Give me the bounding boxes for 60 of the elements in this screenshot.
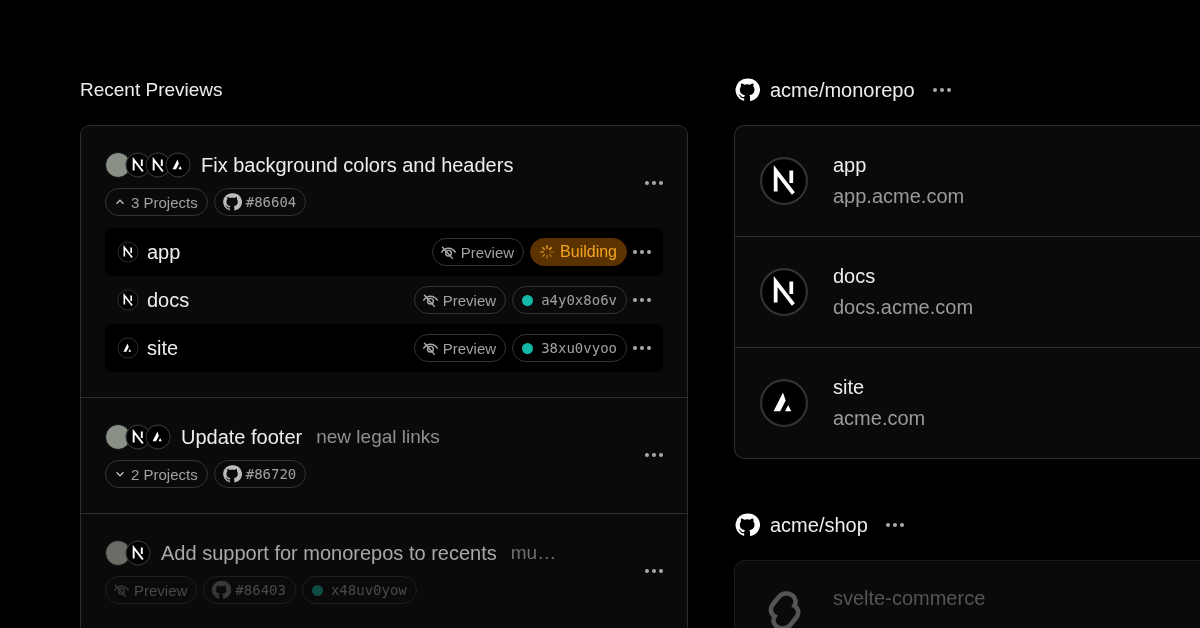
- n-logo-icon: [759, 267, 809, 317]
- triangle-logo-icon: [117, 337, 139, 359]
- commit-subtitle: mu…: [510, 542, 557, 564]
- commit-title[interactable]: Fix background colors and headers: [201, 153, 514, 177]
- github-icon: [221, 464, 242, 484]
- project-name: app: [833, 154, 868, 177]
- triangle-logo-icon: [165, 152, 191, 178]
- github-icon: [734, 77, 760, 103]
- more-icon: [645, 453, 663, 457]
- project-name: docs: [147, 288, 190, 312]
- commit-title[interactable]: Update footer: [181, 425, 303, 449]
- triangle-logo-icon: [145, 424, 171, 450]
- project-domain: docs.acme.com: [833, 296, 974, 319]
- eye-icon: [421, 339, 439, 357]
- spinner-icon: [538, 243, 557, 261]
- commit-title[interactable]: Add support for monorepos to recents: [161, 541, 497, 565]
- github-icon: [734, 512, 760, 538]
- github-icon: [221, 192, 242, 212]
- project-name: svelte-commerce: [833, 587, 986, 610]
- project-row[interactable]: docs Preview a4y0x8o6v: [105, 276, 663, 324]
- eye-icon: [421, 291, 439, 309]
- project-name: site: [833, 376, 866, 399]
- n-logo-icon: [117, 289, 139, 311]
- more-icon: [633, 250, 651, 254]
- eye-icon: [113, 581, 130, 599]
- project-domain: app.acme.com: [833, 185, 965, 208]
- project-row[interactable]: site Preview 38xu0vyoo: [105, 324, 663, 372]
- more-icon: [932, 88, 951, 92]
- project-row[interactable]: app app.acme.com: [735, 126, 1200, 236]
- more-icon: [885, 523, 904, 527]
- more-button[interactable]: [932, 88, 951, 92]
- n-logo-icon: [759, 156, 809, 206]
- project-name: app: [147, 240, 181, 264]
- repository-name[interactable]: acme/monorepo: [770, 78, 915, 102]
- commit-subtitle: new legal links: [316, 426, 440, 448]
- project-name: site: [147, 336, 179, 360]
- more-button[interactable]: [885, 523, 904, 527]
- github-icon: [211, 580, 232, 600]
- more-icon: [633, 346, 651, 350]
- project-row[interactable]: app Preview Building: [105, 228, 663, 276]
- triangle-logo-icon: [759, 378, 809, 428]
- more-button[interactable]: [645, 453, 663, 457]
- eye-icon: [439, 243, 457, 261]
- more-button[interactable]: [633, 298, 651, 302]
- project-row[interactable]: site acme.com: [735, 347, 1200, 458]
- more-button[interactable]: [633, 250, 651, 254]
- section-title: Recent Previews: [80, 78, 224, 102]
- more-icon: [645, 569, 663, 573]
- n-logo-icon: [117, 241, 139, 263]
- project-domain: acme.com: [833, 407, 926, 430]
- repository-name[interactable]: acme/shop: [770, 513, 868, 537]
- more-button[interactable]: [633, 346, 651, 350]
- project-row[interactable]: docs docs.acme.com: [735, 236, 1200, 347]
- project-name: docs: [833, 265, 877, 288]
- more-button[interactable]: [645, 181, 663, 185]
- building-status[interactable]: Building: [530, 238, 627, 266]
- more-icon: [633, 298, 651, 302]
- more-icon: [645, 181, 663, 185]
- more-button[interactable]: [645, 569, 663, 573]
- n-logo-icon: [125, 540, 151, 566]
